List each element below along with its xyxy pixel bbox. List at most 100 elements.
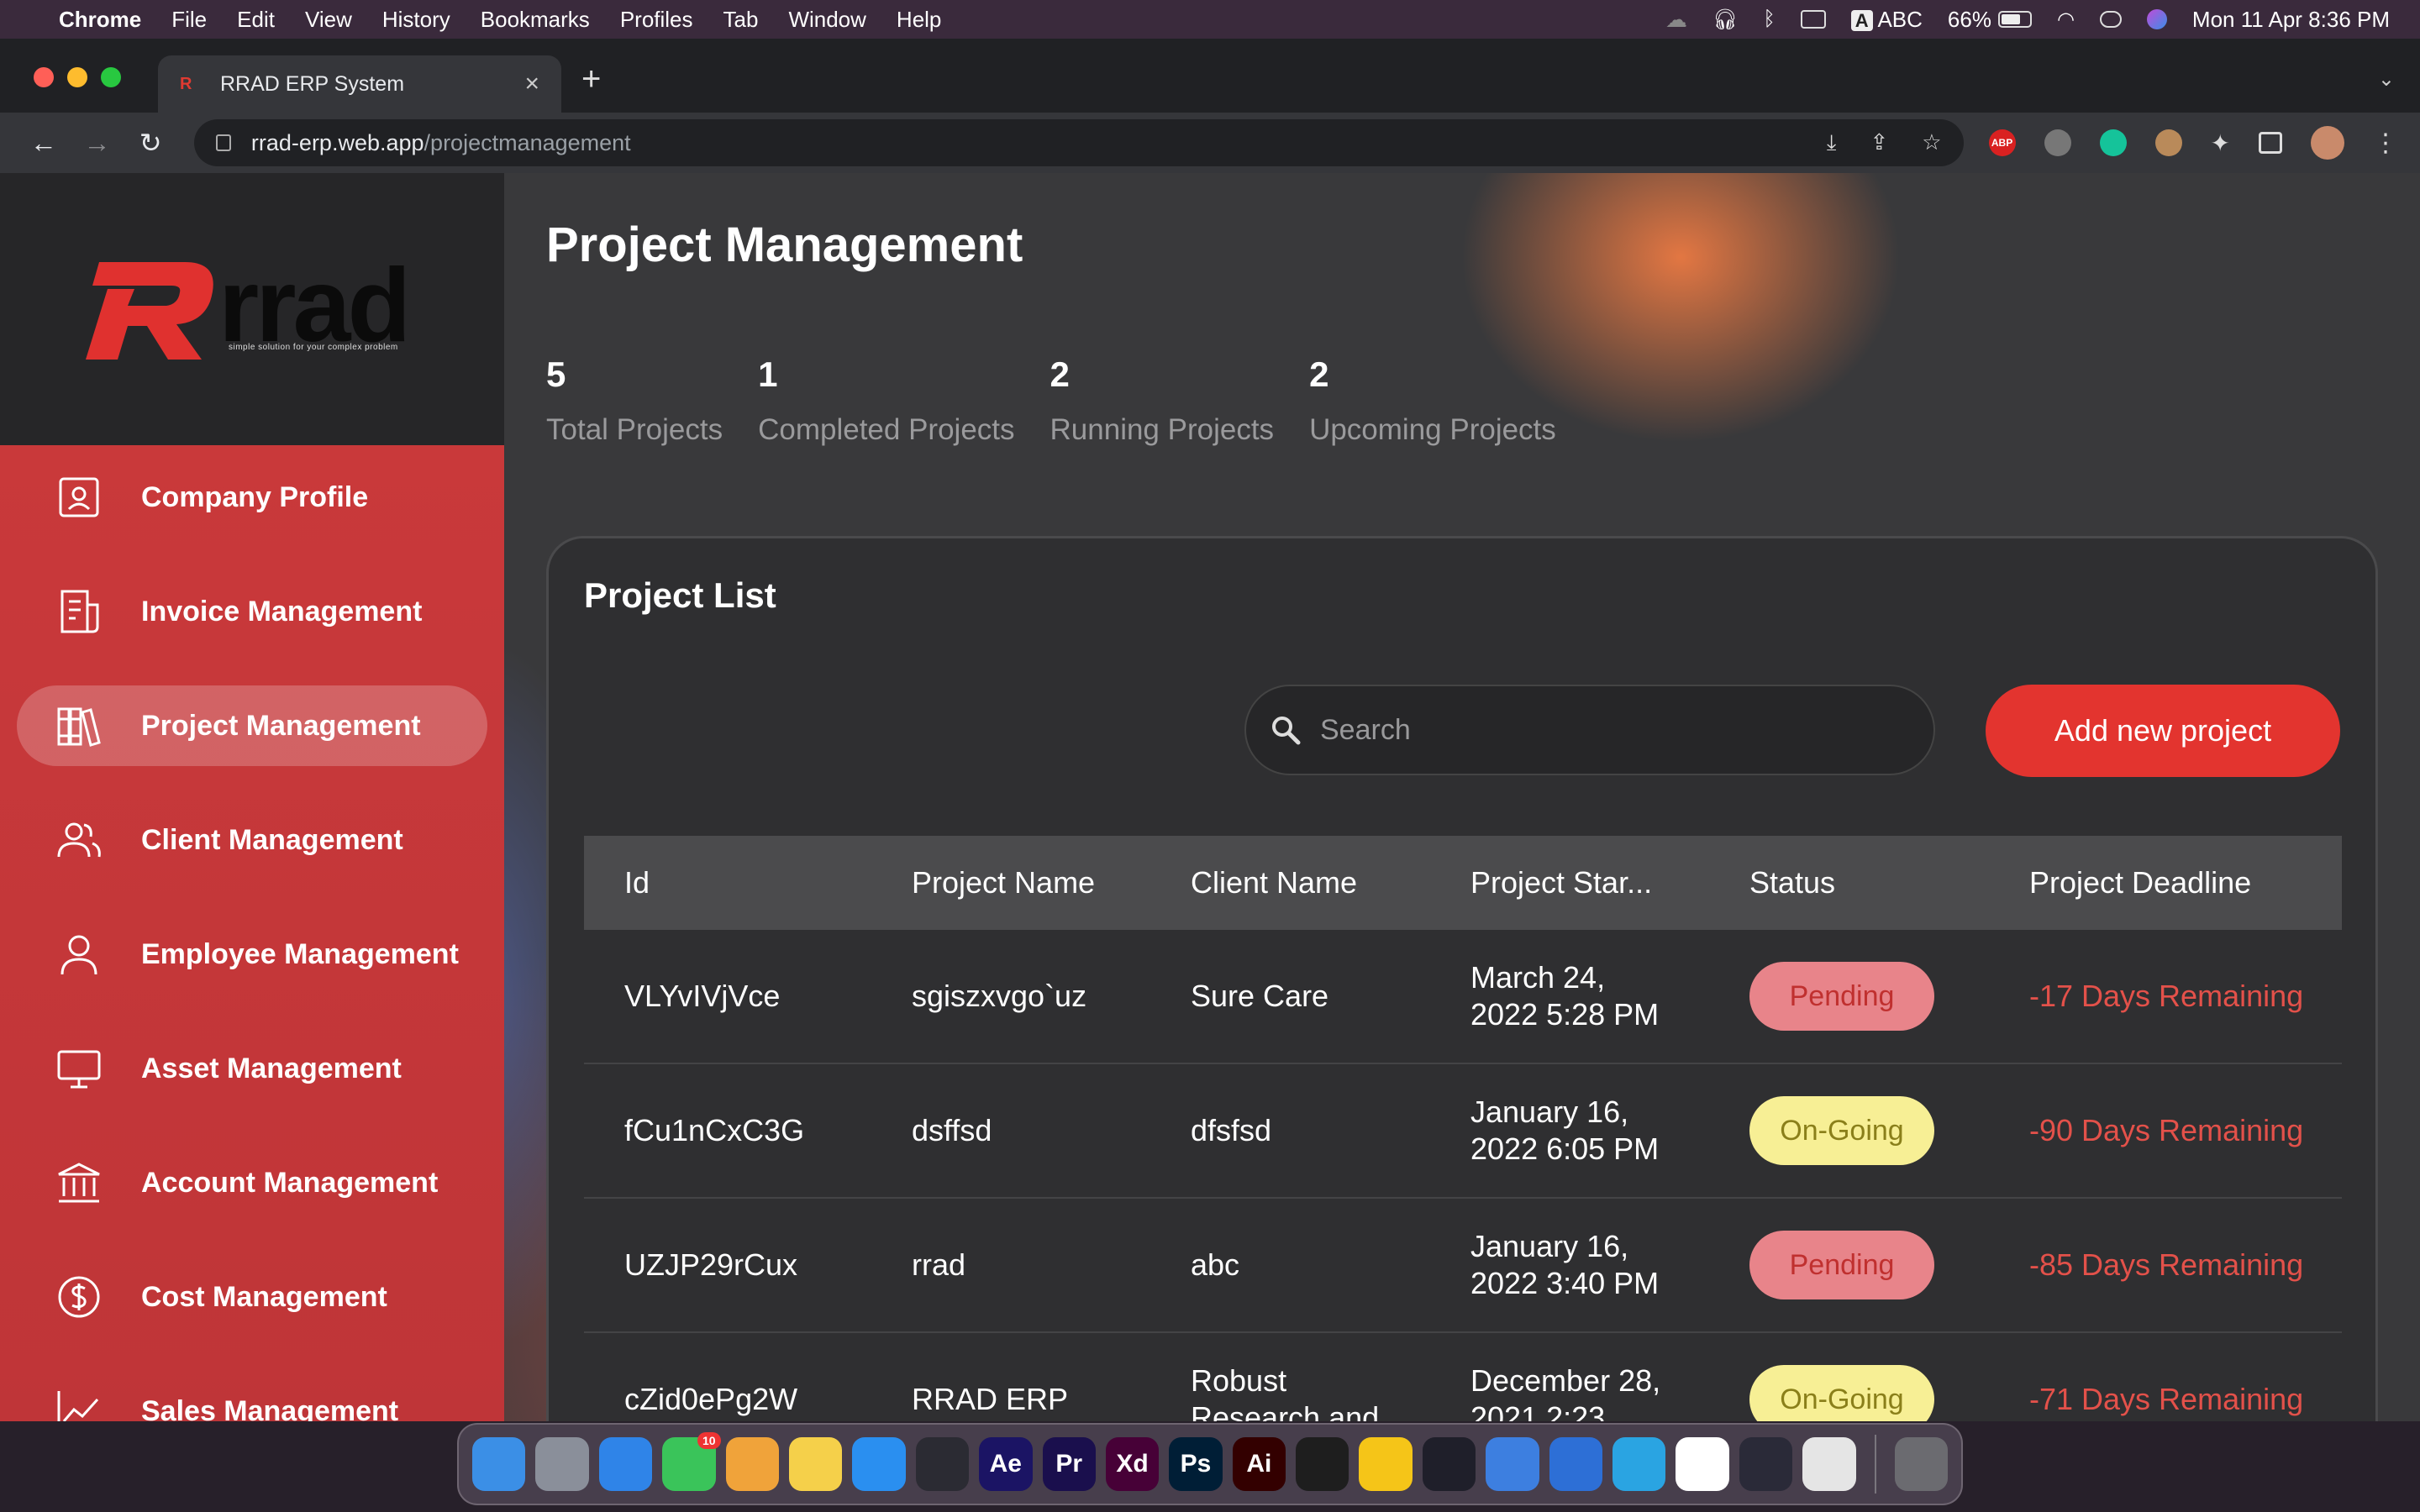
reload-icon[interactable]: ↻ bbox=[129, 127, 172, 159]
wifi-icon[interactable]: ◠ bbox=[2057, 8, 2075, 32]
grammarly-icon[interactable] bbox=[2099, 129, 2127, 156]
column-header-id[interactable]: Id bbox=[584, 864, 912, 901]
sidebar-item-company-profile[interactable]: Company Profile bbox=[17, 457, 487, 538]
lock-icon[interactable] bbox=[215, 134, 231, 151]
sidebar-item-account-management[interactable]: Account Management bbox=[17, 1142, 487, 1223]
dock-chrome-icon[interactable] bbox=[1802, 1437, 1856, 1491]
dock-terminal-icon[interactable] bbox=[1296, 1437, 1349, 1491]
share-icon[interactable]: ⇪ bbox=[1870, 129, 1888, 156]
power-extension-icon[interactable] bbox=[2044, 129, 2071, 156]
cell-deadline: -85 Days Remaining bbox=[2029, 1247, 2304, 1282]
clock[interactable]: Mon 11 Apr 8:36 PM bbox=[2192, 7, 2390, 33]
extensions-puzzle-icon[interactable]: ✦ bbox=[2211, 129, 2230, 157]
app-menu[interactable]: Chrome bbox=[59, 7, 141, 33]
chrome-menu-icon[interactable]: ⋮ bbox=[2373, 129, 2398, 158]
dock-app-store-icon[interactable] bbox=[852, 1437, 906, 1491]
new-tab-icon[interactable]: + bbox=[581, 60, 601, 98]
dock-after-effects-icon[interactable]: Ae bbox=[979, 1437, 1033, 1491]
menu-view[interactable]: View bbox=[305, 7, 352, 33]
bluetooth-icon[interactable]: ᛒ bbox=[1763, 8, 1775, 31]
cloud-icon[interactable]: ☁ bbox=[1665, 7, 1687, 33]
battery-percent: 66% bbox=[1947, 6, 1991, 32]
rrad-logo[interactable]: rrad simple solution for your complex pr… bbox=[84, 254, 429, 365]
add-new-project-button[interactable]: Add new project bbox=[1986, 685, 2340, 777]
sidebar-item-project-management[interactable]: Project Management bbox=[17, 685, 487, 766]
url-path: /projectmanagement bbox=[424, 129, 631, 155]
input-source[interactable]: A ABC bbox=[1850, 7, 1923, 33]
table-row[interactable]: UZJP29rCux rrad abc January 16, 2022 3:4… bbox=[584, 1199, 2342, 1333]
table-row[interactable]: VLYvIVjVce sgiszxvgo`uz Sure Care March … bbox=[584, 930, 2342, 1064]
menu-profiles[interactable]: Profiles bbox=[620, 7, 693, 33]
dock-messages-icon[interactable]: 10 bbox=[662, 1432, 721, 1491]
sidebar-item-cost-management[interactable]: Cost Management bbox=[17, 1257, 487, 1337]
search-input[interactable] bbox=[1320, 713, 1908, 747]
back-icon[interactable]: ← bbox=[22, 128, 66, 159]
menu-window[interactable]: Window bbox=[788, 7, 865, 33]
forward-icon[interactable]: → bbox=[76, 128, 119, 159]
close-tab-icon[interactable]: × bbox=[524, 70, 539, 98]
bookmark-star-icon[interactable]: ☆ bbox=[1922, 129, 1941, 156]
sidebar-item-invoice-management[interactable]: Invoice Management bbox=[17, 571, 487, 652]
browser-tab[interactable]: R RRAD ERP System × bbox=[158, 55, 561, 113]
tab-search-chevron-icon[interactable]: ⌄ bbox=[2378, 67, 2395, 92]
address-bar-actions: ⤓ ⇪ ☆ bbox=[1827, 129, 1942, 156]
minimize-window-button[interactable] bbox=[67, 67, 87, 87]
dock-telegram-icon[interactable] bbox=[1612, 1437, 1666, 1491]
dock-xcode-icon[interactable] bbox=[1549, 1437, 1603, 1491]
dock-safari-icon[interactable] bbox=[598, 1437, 653, 1491]
close-window-button[interactable] bbox=[34, 67, 54, 87]
menu-history[interactable]: History bbox=[382, 7, 450, 33]
menu-file[interactable]: File bbox=[171, 7, 207, 33]
sidebar-item-employee-management[interactable]: Employee Management bbox=[17, 914, 487, 995]
dock-obs-icon[interactable] bbox=[1739, 1437, 1793, 1491]
profile-avatar[interactable] bbox=[2311, 126, 2344, 160]
menu-help[interactable]: Help bbox=[897, 7, 941, 33]
sidebar-item-asset-management[interactable]: Asset Management bbox=[17, 1028, 487, 1109]
battery-status[interactable]: 66% bbox=[1948, 7, 2032, 33]
column-header-project-start[interactable]: Project Star... bbox=[1470, 864, 1749, 901]
dock-trash-icon[interactable] bbox=[1894, 1437, 1948, 1491]
menu-edit[interactable]: Edit bbox=[237, 7, 275, 33]
address-bar[interactable]: rrad-erp.web.app/projectmanagement ⤓ ⇪ ☆ bbox=[193, 119, 1964, 166]
zoom-window-button[interactable] bbox=[101, 67, 121, 87]
side-panel-icon[interactable] bbox=[2259, 132, 2282, 154]
browser-toolbar: ← → ↻ rrad-erp.web.app/projectmanagement… bbox=[0, 113, 2420, 173]
dock-slack-icon[interactable] bbox=[1676, 1437, 1729, 1491]
dock-photoshop-icon[interactable]: Ps bbox=[1169, 1437, 1223, 1491]
window-controls bbox=[34, 67, 121, 87]
siri-icon[interactable] bbox=[2146, 9, 2167, 29]
logo-tagline: simple solution for your complex problem bbox=[229, 343, 398, 352]
menu-bookmarks[interactable]: Bookmarks bbox=[481, 7, 590, 33]
dock-photos-icon[interactable] bbox=[725, 1437, 779, 1491]
cookie-extension-icon[interactable] bbox=[2154, 129, 2182, 156]
search-box[interactable] bbox=[1244, 685, 1935, 775]
dock-launchpad-icon[interactable] bbox=[535, 1437, 589, 1491]
install-app-icon[interactable]: ⤓ bbox=[1827, 129, 1837, 156]
dock-finder-icon[interactable] bbox=[472, 1437, 526, 1491]
column-header-client-name[interactable]: Client Name bbox=[1191, 864, 1470, 901]
sidebar-item-sales-management[interactable]: Sales Management bbox=[17, 1371, 487, 1421]
sidebar-item-client-management[interactable]: Client Management bbox=[17, 800, 487, 880]
dock-vs-code-icon[interactable] bbox=[1422, 1437, 1476, 1491]
sidebar-item-label: Company Profile bbox=[141, 480, 369, 513]
display-icon[interactable] bbox=[1800, 10, 1826, 29]
sidebar-item-label: Asset Management bbox=[141, 1052, 402, 1084]
dock-davinci-resolve-icon[interactable] bbox=[915, 1437, 970, 1491]
headphones-icon[interactable]: 🎧︎ bbox=[1712, 8, 1738, 32]
dock-xcode-instruments-icon[interactable] bbox=[1486, 1437, 1539, 1491]
control-center-icon[interactable] bbox=[2099, 11, 2122, 28]
dock-android-studio-icon[interactable] bbox=[1359, 1437, 1413, 1491]
dock-illustrator-icon[interactable]: Ai bbox=[1232, 1437, 1286, 1491]
dock-premiere-pro-icon[interactable]: Pr bbox=[1042, 1437, 1096, 1491]
cell-status: Pending bbox=[1749, 962, 2029, 1031]
menu-tab[interactable]: Tab bbox=[723, 7, 759, 33]
column-header-project-name[interactable]: Project Name bbox=[912, 864, 1191, 901]
project-list-title: Project List bbox=[584, 575, 776, 615]
dock-adobe-xd-icon[interactable]: Xd bbox=[1105, 1437, 1160, 1491]
table-row[interactable]: cZid0ePg2W RRAD ERP Robust Research and … bbox=[584, 1333, 2342, 1421]
column-header-status[interactable]: Status bbox=[1749, 864, 2029, 901]
dock-notes-icon[interactable] bbox=[788, 1437, 843, 1491]
table-row[interactable]: fCu1nCxC3G dsffsd dfsfsd January 16, 202… bbox=[584, 1064, 2342, 1199]
column-header-project-deadline[interactable]: Project Deadline bbox=[2029, 864, 2342, 901]
adblock-plus-icon[interactable]: ABP bbox=[1988, 129, 2016, 156]
